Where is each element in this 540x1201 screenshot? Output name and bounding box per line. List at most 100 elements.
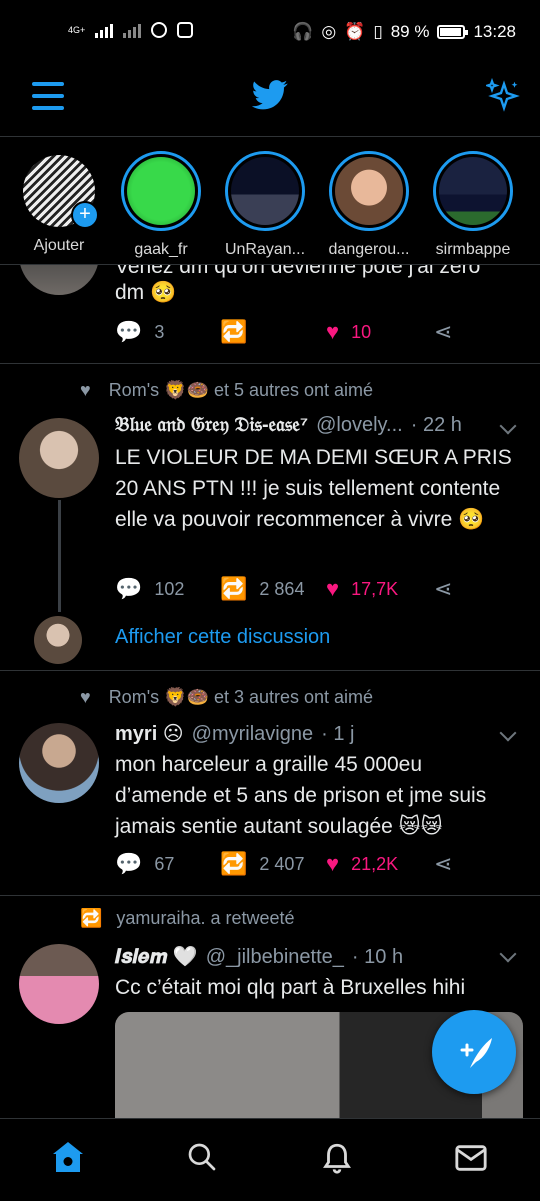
- heart-icon: ♥: [326, 319, 340, 344]
- handle[interactable]: @myrilavigne: [192, 723, 313, 746]
- display-name[interactable]: 𝑰𝒔𝒍𝒆𝒎 🤍: [115, 944, 198, 969]
- fleet-label: UnRayan...: [224, 241, 306, 258]
- reply-button[interactable]: 💬 102: [115, 576, 184, 602]
- tweet-header: 𝑰𝒔𝒍𝒆𝒎 🤍 @_jilbebinette_ · 10 h: [115, 944, 403, 969]
- like-button[interactable]: ♥ 10: [326, 319, 371, 345]
- timestamp: · 1 j: [321, 723, 355, 745]
- social-context: 🔁 yamuraiha. a retweeté: [80, 908, 295, 928]
- display-name[interactable]: myri ☹: [115, 721, 184, 746]
- heart-icon: ♥: [80, 380, 91, 400]
- avatar: +: [23, 155, 99, 229]
- fleet-label: dangerou...: [328, 241, 410, 258]
- avatar: [34, 616, 82, 664]
- retweet-icon: 🔁: [220, 576, 248, 601]
- hamburger-icon[interactable]: [32, 82, 64, 110]
- thread-line: [58, 500, 61, 612]
- notifications-icon[interactable]: [320, 1141, 354, 1175]
- app-notification-icon: [151, 22, 168, 38]
- display-name[interactable]: 𝔅𝔩𝔲𝔢 𝔞𝔫𝔡 𝔊𝔯𝔢𝔶 𝔇𝔦𝔰-𝔢𝔞𝔰𝔢⁷: [115, 414, 308, 437]
- fleet-label: sirmbappe: [435, 241, 511, 258]
- tweet[interactable]: ♥ Rom's 🦁🍩 et 3 autres ont aimé myri ☹ @…: [0, 671, 540, 895]
- show-thread-link[interactable]: Afficher cette discussion: [115, 626, 330, 649]
- mail-notification-icon: [177, 22, 194, 38]
- social-context: ♥ Rom's 🦁🍩 et 5 autres ont aimé: [80, 380, 374, 400]
- signal-2-icon: [123, 22, 142, 38]
- reply-icon: 💬: [115, 319, 143, 344]
- like-button[interactable]: ♥ 17,7K: [326, 576, 398, 602]
- reply-button[interactable]: 💬 3: [115, 319, 164, 345]
- retweet-icon: 🔁: [220, 319, 248, 344]
- add-fleet-icon[interactable]: +: [71, 201, 99, 229]
- heart-icon: ♥: [326, 576, 340, 601]
- clock: 13:28: [473, 22, 516, 41]
- tweet-header: myri ☹ @myrilavigne · 1 j: [115, 721, 354, 746]
- timestamp: · 10 h: [351, 946, 404, 968]
- avatar: [439, 157, 507, 225]
- fleets-bar: + Ajouter gaak_fr UnRayan... dangerou...…: [0, 137, 540, 265]
- chevron-down-icon[interactable]: [499, 724, 517, 742]
- chevron-down-icon[interactable]: [499, 417, 517, 435]
- avatar[interactable]: [19, 944, 99, 1024]
- handle[interactable]: @lovely...: [316, 414, 403, 437]
- bottom-nav: [0, 1118, 540, 1201]
- retweet-button[interactable]: 🔁 2 864: [220, 576, 304, 602]
- tweet-text: Cc c’était moi qlq part à Bruxelles hihi: [115, 976, 466, 999]
- chevron-down-icon[interactable]: [499, 945, 517, 963]
- fleet-label: gaak_fr: [134, 241, 188, 258]
- tweet-text: mon harceleur a graille 45 000eu d’amend…: [115, 753, 487, 838]
- share-icon: ⋖: [434, 319, 453, 344]
- status-bar: 4G+ 🎧 ◎ ⏰ ▯ 89 % 13:28: [0, 0, 540, 64]
- status-left: 4G+: [68, 22, 194, 38]
- reply-icon: 💬: [115, 851, 143, 876]
- heart-icon: ♥: [326, 851, 340, 876]
- battery-icon: [437, 25, 469, 39]
- home-icon[interactable]: [50, 1139, 86, 1175]
- share-icon: ⋖: [434, 576, 453, 601]
- reply-icon: 💬: [115, 576, 143, 601]
- twitter-bird-icon[interactable]: [252, 80, 288, 110]
- like-button[interactable]: ♥ 21,2K: [326, 851, 398, 877]
- fleet-item[interactable]: dangerou...: [324, 151, 414, 259]
- retweet-button[interactable]: 🔁 2 407: [220, 851, 304, 877]
- headphones-icon: 🎧: [292, 22, 314, 41]
- handle[interactable]: @_jilbebinette_: [206, 946, 344, 969]
- reply-button[interactable]: 💬 67: [115, 851, 174, 877]
- alarm-icon: ⏰: [344, 22, 366, 41]
- heart-icon: ♥: [80, 687, 91, 707]
- tweet-text: dm 🥺: [115, 281, 177, 304]
- messages-icon[interactable]: [454, 1143, 488, 1173]
- status-right: 🎧 ◎ ⏰ ▯ 89 % 13:28: [292, 22, 516, 42]
- network-type: 4G+: [68, 24, 86, 35]
- fleet-label: Ajouter: [33, 237, 85, 254]
- search-icon[interactable]: [186, 1141, 218, 1173]
- compose-tweet-button[interactable]: [432, 1010, 516, 1094]
- fleet-own[interactable]: + Ajouter: [14, 151, 104, 255]
- fleet-item[interactable]: sirmbappe: [428, 151, 518, 259]
- avatar: [127, 157, 195, 225]
- avatar[interactable]: [19, 418, 99, 498]
- battery-percent: 89 %: [390, 22, 430, 41]
- avatar: [335, 157, 403, 225]
- tweet-partial[interactable]: Venez dm qu'on devienne pote j'ai zero d…: [0, 265, 540, 363]
- feather-plus-icon: [460, 1038, 492, 1068]
- fleet-item[interactable]: gaak_fr: [116, 151, 206, 259]
- share-button[interactable]: ⋖: [434, 319, 452, 345]
- avatar: [231, 157, 299, 225]
- vibrate-icon: ▯: [373, 22, 383, 41]
- tweet-text: LE VIOLEUR DE MA DEMI SŒUR A PRIS 20 ANS…: [115, 446, 512, 531]
- share-button[interactable]: ⋖: [434, 576, 452, 602]
- sparkle-icon[interactable]: [486, 78, 522, 114]
- tweet-header: 𝔅𝔩𝔲𝔢 𝔞𝔫𝔡 𝔊𝔯𝔢𝔶 𝔇𝔦𝔰-𝔢𝔞𝔰𝔢⁷ @lovely... · 22 …: [115, 414, 462, 437]
- avatar[interactable]: [19, 723, 99, 803]
- share-button[interactable]: ⋖: [434, 851, 452, 877]
- social-context: ♥ Rom's 🦁🍩 et 3 autres ont aimé: [80, 687, 374, 707]
- fleet-item[interactable]: UnRayan...: [220, 151, 310, 259]
- tweet[interactable]: ♥ Rom's 🦁🍩 et 5 autres ont aimé 𝔅𝔩𝔲𝔢 𝔞𝔫𝔡…: [0, 364, 540, 670]
- signal-icon: [95, 22, 114, 38]
- top-header: [0, 64, 540, 137]
- nfc-icon: ◎: [321, 22, 337, 41]
- retweet-button[interactable]: 🔁: [220, 319, 247, 345]
- retweet-icon: 🔁: [80, 908, 103, 928]
- share-icon: ⋖: [434, 851, 453, 876]
- timestamp: · 22 h: [410, 414, 462, 436]
